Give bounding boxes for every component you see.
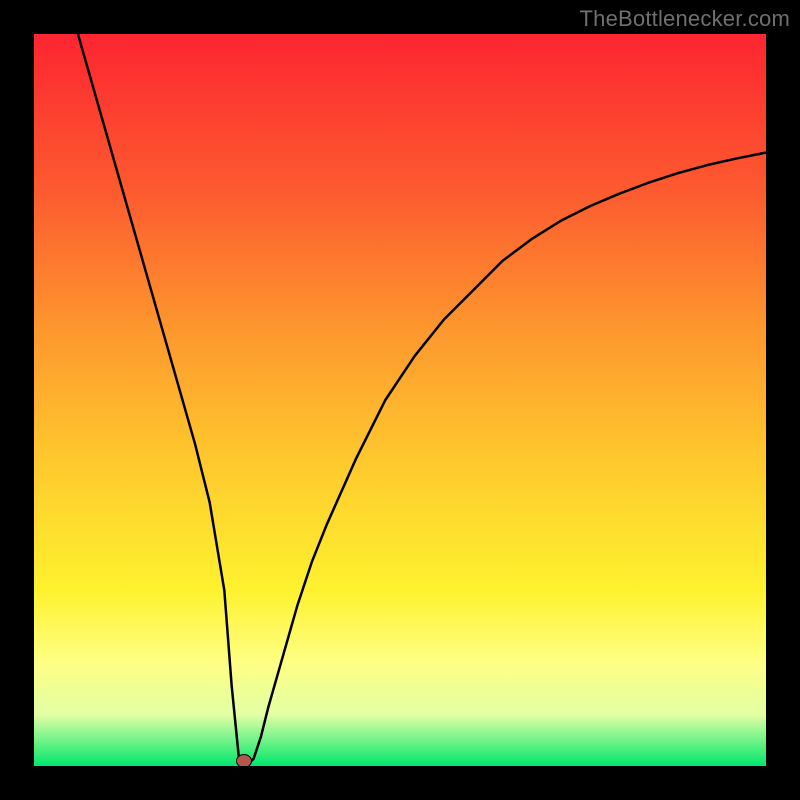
chart-frame: TheBottlenecker.com <box>0 0 800 800</box>
optimal-point-marker <box>236 754 252 766</box>
bottleneck-curve <box>34 34 766 766</box>
plot-area <box>34 34 766 766</box>
watermark-text: TheBottlenecker.com <box>580 6 790 32</box>
